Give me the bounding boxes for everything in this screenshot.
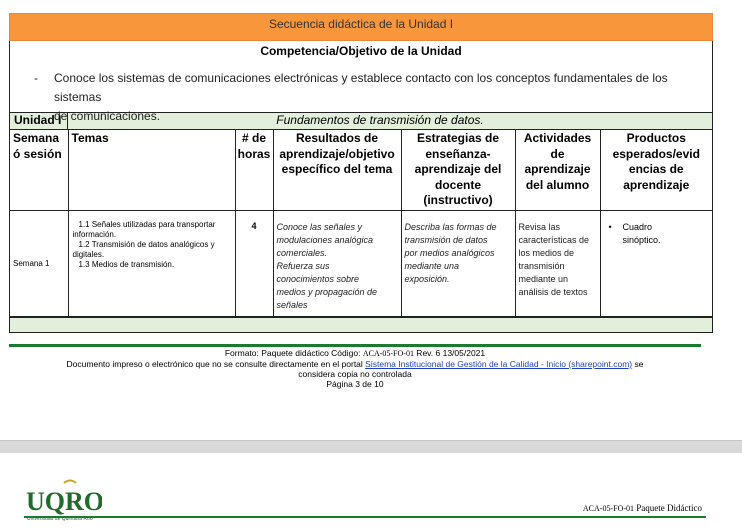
competencia-paragraph: Conoce los sistemas de comunicaciones el… [54,69,700,123]
header-actividades: Actividades de aprendizaje del alumno [514,129,601,211]
header-semana: Semana ó sesión [10,129,69,211]
tema-item: 1.3 Medios de transmisión. [78,259,175,269]
page-gap [0,440,742,453]
svg-text:UQROO: UQROO [26,487,102,516]
productos-bullet: • [608,221,612,232]
header-productos: Productos esperados/evid encias de aprendiz… [599,129,712,211]
unit-label: Unidad I [10,113,68,129]
page-number: Página 3 de 10 [326,379,384,389]
header-estrategias: Estrategias de enseñanza-aprendizaje del d… [400,129,516,211]
footer-notice-line-2: considera copia no controlada [298,369,412,379]
cell-temas: 1.1 Señales utilizadas para transportar … [67,209,236,317]
next-page-header: UQROO Universidad de Quintana Roo ACA-05… [0,453,742,530]
tema-item: 1.1 Señales utilizadas para transportar … [72,219,216,239]
header-resultados: Resultados de aprendizaje/objetivo específ… [272,129,402,211]
competencia-text: - Conoce los sistemas de comunicaciones … [10,62,712,123]
competencia-bullet: - [34,71,38,85]
cell-actividades: Revisa las características de los medios d… [514,209,601,317]
sequence-table: Semana ó sesión Temas # de horas Resultado… [10,129,712,317]
document-page: Secuencia didáctica de la Unidad I Compe… [0,0,742,440]
cell-productos: • Cuadro sinóptico. [599,209,712,317]
competencia-line-1: Conoce los sistemas de comunicaciones el… [54,71,668,104]
unit-sequence-table: Competencia/Objetivo de la Unidad - Cono… [9,41,713,333]
uqroo-logo: UQROO Universidad de Quintana Roo [26,479,102,522]
unit-name: Fundamentos de transmisión de datos. [276,113,484,127]
footer-format-line: Formato: Paquete didáctico Código: ACA-0… [224,348,486,358]
header-temas: Temas [67,129,236,211]
table-header-row: Semana ó sesión Temas # de horas Resultado… [10,129,712,211]
page-footer: Formato: Paquete didáctico Código: ACA-0… [9,348,701,389]
tema-item: 1.2 Transmisión de datos analógicos y di… [72,239,215,259]
header-horas: # de horas [234,129,274,211]
cell-estrategias: Describa las formas de transmisión de dat… [400,209,516,317]
page2-header-divider [24,516,706,518]
unit-sequence-title: Secuencia didáctica de la Unidad I [9,13,713,41]
cell-horas: 4 [234,209,274,317]
page2-header-code: ACA-05-FO-01 Paquete Didáctico [582,503,702,513]
cell-resultados: Conoce las señales y modulaciones analógi… [272,209,402,317]
table-bottom-band [10,316,712,332]
footer-notice-line: Documento impreso o electrónico que no s… [66,359,644,369]
table-row: Semana 1 1.1 Señales utilizadas para tra… [10,209,712,317]
footer-divider [9,344,701,347]
unit-row: Unidad I Fundamentos de transmisión de d… [10,112,712,129]
cell-semana: Semana 1 [10,209,69,317]
sgc-portal-link[interactable]: Sistema Institucional de Gestión de la C… [365,359,632,369]
competencia-title: Competencia/Objetivo de la Unidad [260,44,462,58]
